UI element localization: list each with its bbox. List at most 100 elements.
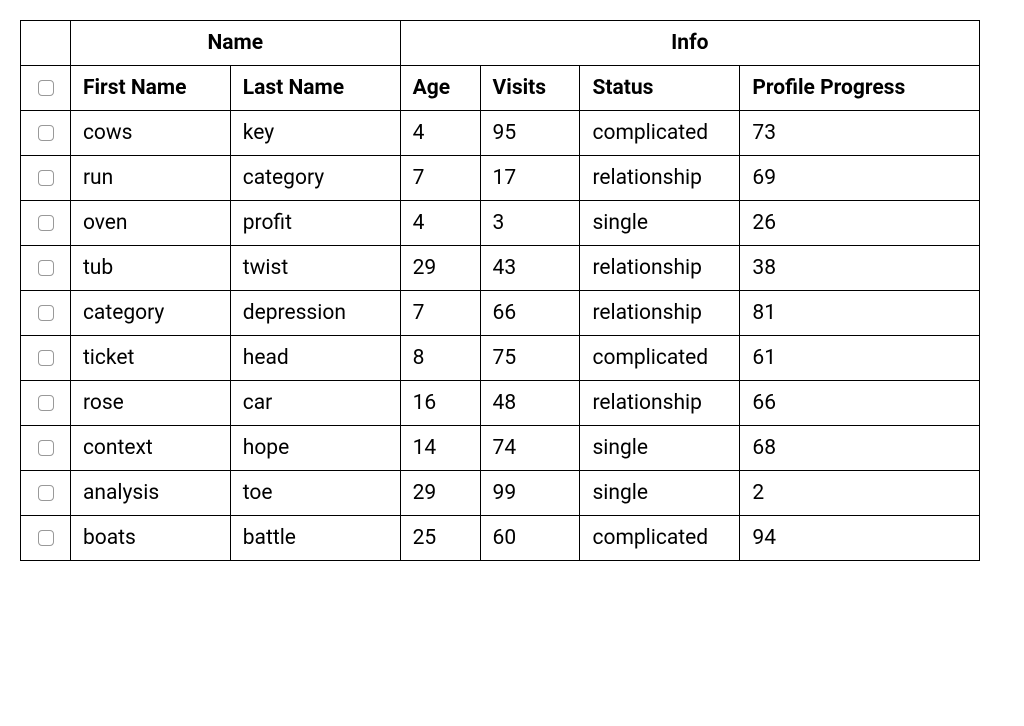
cell-last-name: car (230, 381, 400, 426)
cell-last-name: toe (230, 471, 400, 516)
row-select-checkbox[interactable] (38, 305, 54, 321)
group-header-row: NameInfo (21, 21, 980, 66)
row-select-cell (21, 111, 71, 156)
table-row: contexthope1474single68 (21, 426, 980, 471)
table-header: NameInfoFirst NameLast NameAgeVisitsStat… (21, 21, 980, 111)
cell-last-name: head (230, 336, 400, 381)
row-select-checkbox[interactable] (38, 440, 54, 456)
cell-status: complicated (580, 516, 740, 561)
table-row: analysistoe2999single2 (21, 471, 980, 516)
cell-visits: 99 (480, 471, 580, 516)
column-header-status: Status (580, 66, 740, 111)
data-table: NameInfoFirst NameLast NameAgeVisitsStat… (20, 20, 980, 561)
column-header-age: Age (400, 66, 480, 111)
row-select-checkbox[interactable] (38, 260, 54, 276)
cell-first-name: analysis (70, 471, 230, 516)
row-select-checkbox[interactable] (38, 350, 54, 366)
cell-age: 8 (400, 336, 480, 381)
row-select-cell (21, 201, 71, 246)
cell-profile-progress: 69 (740, 156, 980, 201)
cell-visits: 75 (480, 336, 580, 381)
row-select-checkbox[interactable] (38, 215, 54, 231)
table-row: tickethead875complicated61 (21, 336, 980, 381)
group-header-name: Name (70, 21, 400, 66)
cell-first-name: oven (70, 201, 230, 246)
column-header-first-name: First Name (70, 66, 230, 111)
cell-first-name: category (70, 291, 230, 336)
cell-profile-progress: 94 (740, 516, 980, 561)
cell-first-name: rose (70, 381, 230, 426)
cell-profile-progress: 81 (740, 291, 980, 336)
cell-first-name: ticket (70, 336, 230, 381)
row-select-checkbox[interactable] (38, 125, 54, 141)
select-all-header-cell (21, 66, 71, 111)
cell-status: single (580, 426, 740, 471)
row-select-cell (21, 381, 71, 426)
table-row: cowskey495complicated73 (21, 111, 980, 156)
cell-first-name: run (70, 156, 230, 201)
cell-first-name: cows (70, 111, 230, 156)
row-select-cell (21, 291, 71, 336)
table-row: tubtwist2943relationship38 (21, 246, 980, 291)
cell-age: 7 (400, 156, 480, 201)
cell-first-name: boats (70, 516, 230, 561)
cell-last-name: profit (230, 201, 400, 246)
cell-last-name: battle (230, 516, 400, 561)
row-select-cell (21, 156, 71, 201)
table-row: runcategory717relationship69 (21, 156, 980, 201)
cell-age: 14 (400, 426, 480, 471)
row-select-checkbox[interactable] (38, 530, 54, 546)
cell-visits: 3 (480, 201, 580, 246)
table-row: rosecar1648relationship66 (21, 381, 980, 426)
cell-status: relationship (580, 246, 740, 291)
cell-status: relationship (580, 291, 740, 336)
cell-age: 16 (400, 381, 480, 426)
table-row: ovenprofit43single26 (21, 201, 980, 246)
cell-age: 4 (400, 201, 480, 246)
column-header-profile-progress: Profile Progress (740, 66, 980, 111)
cell-age: 7 (400, 291, 480, 336)
cell-visits: 66 (480, 291, 580, 336)
cell-profile-progress: 73 (740, 111, 980, 156)
column-header-visits: Visits (480, 66, 580, 111)
cell-profile-progress: 66 (740, 381, 980, 426)
row-select-checkbox[interactable] (38, 395, 54, 411)
table-body: cowskey495complicated73runcategory717rel… (21, 111, 980, 561)
cell-visits: 74 (480, 426, 580, 471)
cell-last-name: hope (230, 426, 400, 471)
cell-profile-progress: 26 (740, 201, 980, 246)
cell-visits: 95 (480, 111, 580, 156)
row-select-cell (21, 246, 71, 291)
empty-header-cell (21, 21, 71, 66)
cell-age: 4 (400, 111, 480, 156)
cell-status: single (580, 471, 740, 516)
cell-first-name: context (70, 426, 230, 471)
cell-status: relationship (580, 381, 740, 426)
cell-profile-progress: 2 (740, 471, 980, 516)
row-select-cell (21, 516, 71, 561)
cell-status: complicated (580, 111, 740, 156)
cell-visits: 43 (480, 246, 580, 291)
column-header-last-name: Last Name (230, 66, 400, 111)
cell-status: complicated (580, 336, 740, 381)
cell-visits: 60 (480, 516, 580, 561)
cell-last-name: category (230, 156, 400, 201)
cell-status: relationship (580, 156, 740, 201)
cell-visits: 17 (480, 156, 580, 201)
cell-profile-progress: 68 (740, 426, 980, 471)
row-select-checkbox[interactable] (38, 170, 54, 186)
row-select-checkbox[interactable] (38, 485, 54, 501)
cell-age: 29 (400, 246, 480, 291)
cell-profile-progress: 61 (740, 336, 980, 381)
cell-visits: 48 (480, 381, 580, 426)
select-all-checkbox[interactable] (38, 80, 54, 96)
cell-age: 25 (400, 516, 480, 561)
row-select-cell (21, 336, 71, 381)
column-header-row: First NameLast NameAgeVisitsStatusProfil… (21, 66, 980, 111)
group-header-info: Info (400, 21, 979, 66)
table-row: boatsbattle2560complicated94 (21, 516, 980, 561)
row-select-cell (21, 471, 71, 516)
cell-last-name: depression (230, 291, 400, 336)
cell-status: single (580, 201, 740, 246)
cell-profile-progress: 38 (740, 246, 980, 291)
